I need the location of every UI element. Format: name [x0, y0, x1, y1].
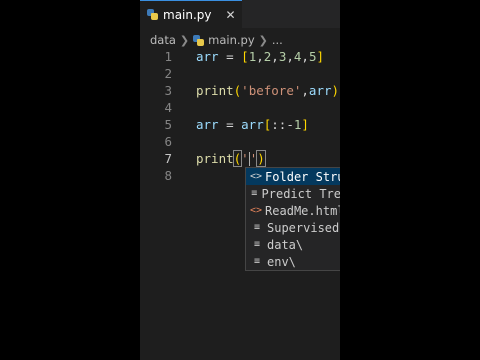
code-line[interactable]: 4 [140, 99, 340, 116]
code-line[interactable]: 3 print('before',arr) [140, 82, 340, 99]
code-text: arr = [1,2,3,4,5] [196, 49, 324, 64]
suggestion-label: Predict Tre [261, 186, 340, 201]
code-line[interactable]: 5 arr = arr[::-1] [140, 116, 340, 133]
breadcrumb-file[interactable]: main.py [208, 33, 255, 47]
code-line[interactable]: 6 [140, 133, 340, 150]
chevron-right-icon: ❯ [179, 33, 190, 47]
line-number: 8 [164, 168, 172, 183]
code-text: arr = arr[::-1] [196, 117, 309, 132]
text-icon: ≡ [253, 222, 261, 233]
code-text: print('before',arr) [196, 83, 340, 98]
tab-bar: main.py ✕ [140, 0, 340, 28]
snippet-icon: <> [250, 171, 263, 182]
letterbox-right [340, 0, 480, 360]
suggestion-label: Supervised [267, 220, 340, 235]
letterbox-left [0, 0, 140, 360]
code-line[interactable]: 2 [140, 65, 340, 82]
line-number: 1 [164, 49, 172, 64]
breadcrumb-more[interactable]: ... [272, 33, 283, 47]
suggestion-label: Folder Stru [265, 169, 340, 184]
line-number: 6 [164, 134, 172, 149]
suggestion-label: data\ [267, 237, 304, 252]
text-icon: ≡ [253, 256, 261, 267]
python-file-icon [147, 9, 158, 20]
autocomplete-dropdown: <> Folder Stru ≡ Predict Tre <> ReadMe.h… [245, 167, 340, 271]
suggestion-item[interactable]: <> Folder Stru [246, 168, 340, 185]
snippet-icon: <> [250, 205, 263, 216]
suggestion-item[interactable]: ≡ Supervised [246, 219, 340, 236]
chevron-right-icon: ❯ [258, 33, 268, 47]
line-number: 4 [164, 100, 172, 115]
line-number: 7 [164, 151, 172, 166]
text-icon: ≡ [251, 188, 258, 199]
breadcrumb-folder[interactable]: data [150, 33, 176, 47]
line-number: 2 [164, 66, 172, 81]
tab-main-py[interactable]: main.py ✕ [140, 0, 242, 28]
line-number: 5 [164, 117, 172, 132]
suggestion-item[interactable]: ≡ env\ [246, 253, 340, 270]
suggestion-label: env\ [267, 254, 296, 269]
python-file-icon [193, 34, 205, 46]
suggestion-label: ReadMe.html [265, 203, 340, 218]
line-number: 3 [164, 83, 172, 98]
text-icon: ≡ [253, 239, 261, 250]
code-line-active[interactable]: 7 print('') [140, 149, 340, 167]
breadcrumb: data ❯ main.py ❯ ... [150, 31, 283, 49]
suggestion-item[interactable]: <> ReadMe.html [246, 202, 340, 219]
code-line[interactable]: 1 arr = [1,2,3,4,5] [140, 48, 340, 65]
code-text: print('') [196, 149, 266, 167]
close-icon[interactable]: ✕ [226, 8, 236, 22]
tab-label: main.py [163, 7, 212, 22]
suggestion-item[interactable]: ≡ Predict Tre [246, 185, 340, 202]
suggestion-item[interactable]: ≡ data\ [246, 236, 340, 253]
